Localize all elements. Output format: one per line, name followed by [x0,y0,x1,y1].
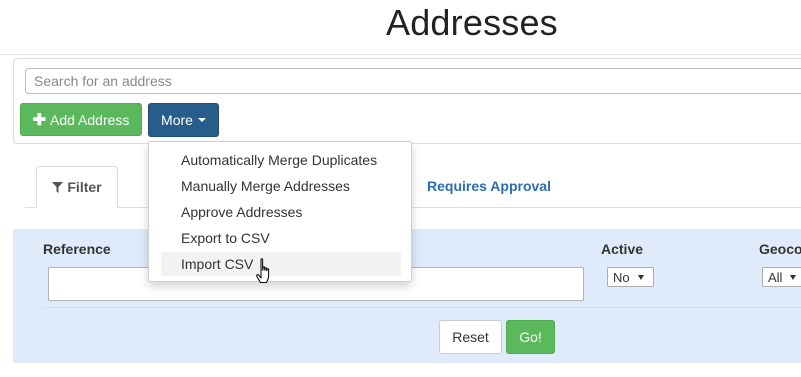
tabs-divider [25,207,801,208]
select-arrow-icon [637,274,644,280]
menu-item-export-csv[interactable]: Export to CSV [161,226,401,250]
filter-divider [43,307,801,308]
menu-item-manual-merge[interactable]: Manually Merge Addresses [161,174,401,198]
go-button[interactable]: Go! [506,320,555,354]
tab-requires-approval[interactable]: Requires Approval [427,178,551,194]
more-label: More [161,112,193,128]
reset-button[interactable]: Reset [439,320,502,354]
header-divider [0,54,801,55]
select-arrow-icon [790,274,797,280]
more-dropdown-menu: Automatically Merge Duplicates Manually … [148,141,412,282]
page-title: Addresses [386,2,558,43]
geocode-select-value: All [768,269,783,285]
menu-item-import-csv[interactable]: Import CSV [161,252,401,276]
plus-icon: ✚ [32,111,46,129]
menu-item-approve[interactable]: Approve Addresses [161,200,401,224]
hand-pointer-cursor-icon [256,258,270,284]
active-select[interactable]: No [607,267,654,287]
reference-label: Reference [43,241,111,257]
more-button[interactable]: More [148,103,219,137]
add-address-button[interactable]: ✚ Add Address [20,103,142,136]
filter-icon [52,181,64,193]
caret-down-icon [197,118,206,122]
geocode-select[interactable]: All [762,267,801,287]
geocode-label: Geoco [759,241,801,257]
menu-item-auto-merge[interactable]: Automatically Merge Duplicates [161,148,401,172]
search-input[interactable] [25,68,801,94]
tab-filter[interactable]: Filter [36,166,118,208]
active-select-value: No [613,269,630,285]
tab-filter-label: Filter [67,179,102,195]
add-address-label: Add Address [50,111,130,128]
active-label: Active [601,241,644,257]
